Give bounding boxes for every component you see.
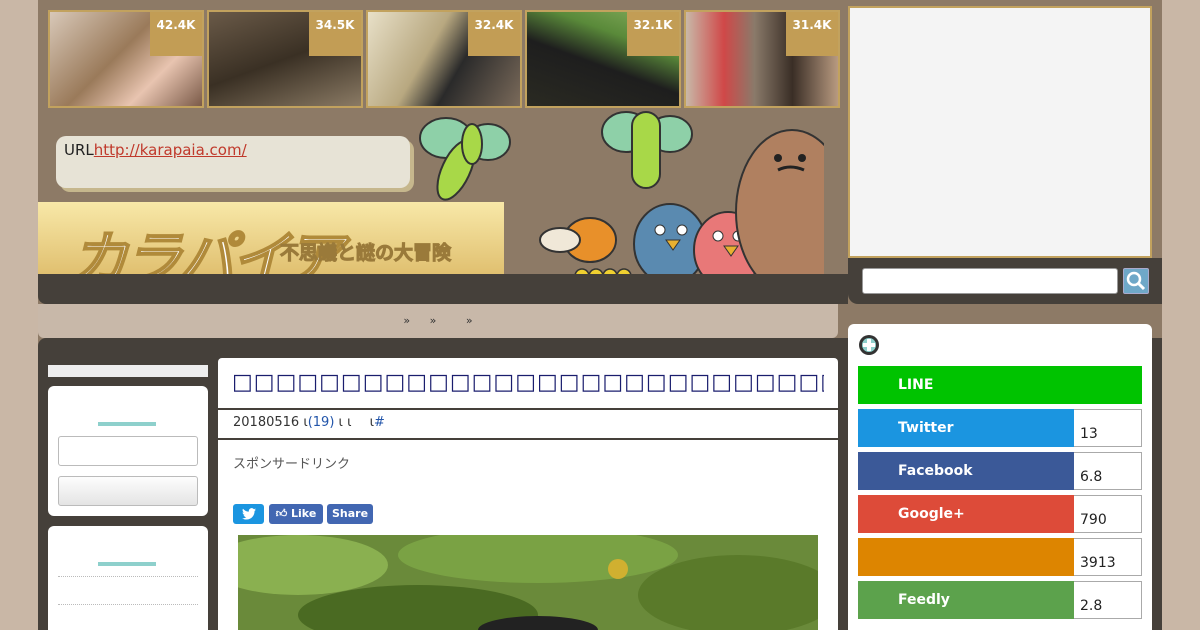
meta-sep: ι ι <box>338 415 352 430</box>
sponsored-link-label: スポンサードリンク <box>233 457 351 472</box>
share-twitter-label: Twitter <box>858 409 1074 447</box>
hashtag-link[interactable]: # <box>374 415 385 430</box>
article-title[interactable]: □□□□□□□□□□□□□□□□□□□□□□□□□□□□□□□□□□□□□□□□… <box>232 370 824 400</box>
comment-count-link[interactable]: (19) <box>308 415 335 430</box>
search-input[interactable] <box>862 268 1118 294</box>
share-line-label: LINE <box>858 366 1142 404</box>
meta-divider <box>218 438 838 440</box>
photo-image <box>238 535 818 630</box>
article-meta: 20180516 ι(19) ι ι ι# <box>233 415 385 430</box>
view-count: 32.1K <box>627 12 679 56</box>
share-twitter[interactable]: Twitter 13 <box>858 409 1142 447</box>
title-divider <box>218 408 838 410</box>
breadcrumb-sep: » <box>403 314 411 327</box>
breadcrumb-sep: » <box>465 314 473 327</box>
thumbnail-2[interactable]: 34.5K <box>207 10 363 108</box>
page-wrapper: 42.4K 34.5K 32.4K 32.1K 31.4K URLhttp://… <box>38 0 1162 630</box>
social-share-panel: LINE Twitter 13 Facebook 6.8 Google+ 790… <box>848 324 1152 630</box>
header-bottom-bar <box>38 274 848 304</box>
pickle-character-icon <box>601 111 693 189</box>
left-sidebar-header <box>48 365 208 377</box>
share-googleplus-label: Google+ <box>858 495 1074 533</box>
share-twitter-count: 13 <box>1074 409 1142 447</box>
share-hatena[interactable]: 3913 <box>858 538 1142 576</box>
url-prefix: URL <box>64 141 94 159</box>
view-count: 42.4K <box>150 12 202 56</box>
share-facebook-label: Facebook <box>858 452 1074 490</box>
share-googleplus[interactable]: Google+ 790 <box>858 495 1142 533</box>
list-divider <box>58 576 198 577</box>
sidebar-list-widget <box>48 526 208 630</box>
breadcrumb: » » » <box>38 304 838 338</box>
widget-accent-bar <box>98 422 156 426</box>
sidebar-search-widget <box>48 386 208 516</box>
share-facebook[interactable]: Facebook 6.8 <box>858 452 1142 490</box>
site-logo[interactable]: カラパイア 不思議と謎の大冒険 <box>38 202 504 294</box>
like-label: Like <box>291 507 317 520</box>
sidebar-button[interactable] <box>58 476 198 506</box>
facebook-share-button[interactable]: Share <box>327 504 373 524</box>
thumbnail-1[interactable]: 42.4K <box>48 10 204 108</box>
search-icon <box>1126 271 1146 291</box>
thumbnail-5[interactable]: 31.4K <box>684 10 840 108</box>
plus-circle-icon[interactable] <box>858 334 880 356</box>
article: □□□□□□□□□□□□□□□□□□□□□□□□□□□□□□□□□□□□□□□□… <box>218 358 838 630</box>
share-facebook-count: 6.8 <box>1074 452 1142 490</box>
thumbnail-4[interactable]: 32.1K <box>525 10 681 108</box>
share-hatena-count: 3913 <box>1074 538 1142 576</box>
thumbs-up-icon: 👍︎ <box>275 507 288 520</box>
search-bar <box>848 258 1162 304</box>
url-box: URLhttp://karapaia.com/ <box>56 136 410 188</box>
breadcrumb-sep: » <box>429 314 437 327</box>
article-photo <box>238 535 818 630</box>
share-line[interactable]: LINE <box>858 366 1142 404</box>
facebook-like-button[interactable]: 👍︎ Like <box>269 504 323 524</box>
tweet-button[interactable] <box>233 504 264 524</box>
logo-tagline: 不思議と謎の大冒険 <box>279 242 452 265</box>
share-feedly-label: Feedly <box>858 581 1074 619</box>
share-hatena-label <box>858 538 1074 576</box>
popular-thumbnails: 42.4K 34.5K 32.4K 32.1K 31.4K <box>48 10 840 108</box>
advertisement-box <box>848 6 1152 258</box>
view-count: 34.5K <box>309 12 361 56</box>
view-count: 32.4K <box>468 12 520 56</box>
butterfly-character-icon <box>419 117 511 201</box>
share-googleplus-count: 790 <box>1074 495 1142 533</box>
share-feedly-count: 2.8 <box>1074 581 1142 619</box>
twitter-bird-icon <box>241 508 256 520</box>
widget-accent-bar <box>98 562 156 566</box>
sidebar-input[interactable] <box>58 436 198 466</box>
site-url-link[interactable]: http://karapaia.com/ <box>94 141 247 159</box>
search-button[interactable] <box>1123 268 1149 294</box>
share-feedly[interactable]: Feedly 2.8 <box>858 581 1142 619</box>
view-count: 31.4K <box>786 12 838 56</box>
article-date: 20180516 <box>233 415 300 430</box>
list-divider <box>58 604 198 605</box>
thumbnail-3[interactable]: 32.4K <box>366 10 522 108</box>
